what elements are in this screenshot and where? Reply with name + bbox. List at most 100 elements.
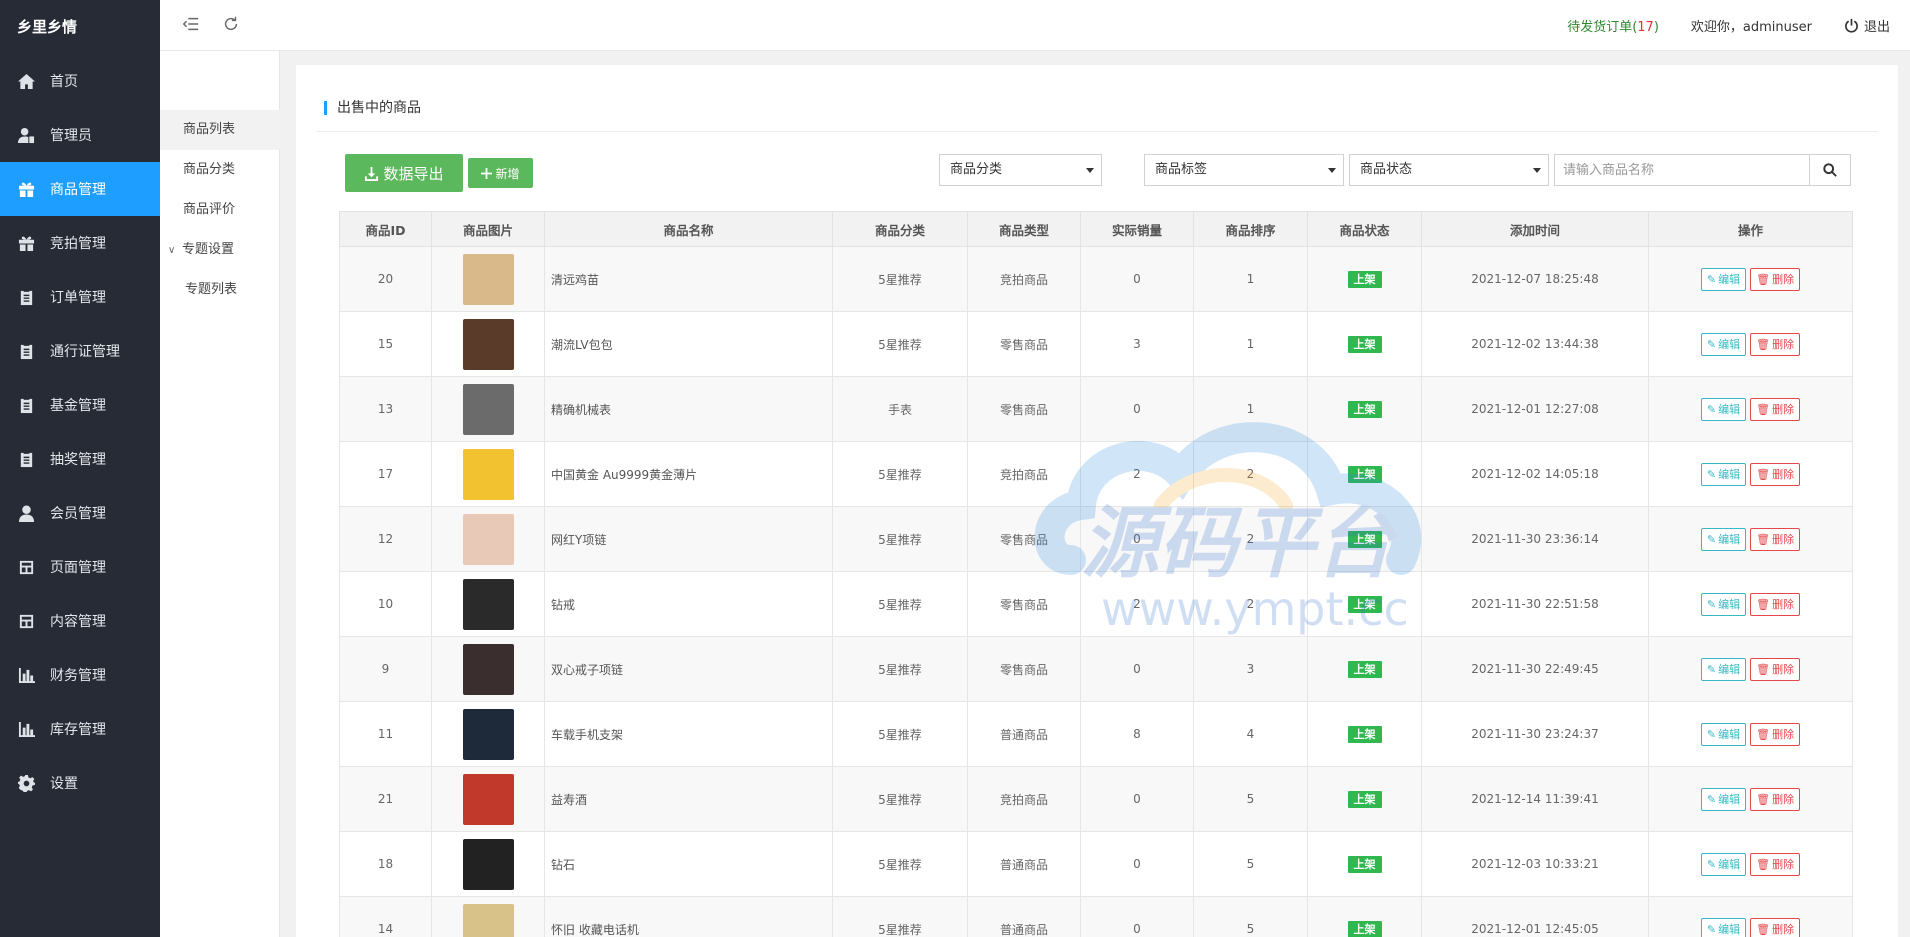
delete-button[interactable]: 🗑 删除 — [1750, 397, 1801, 421]
cell-id: 18 — [339, 831, 432, 897]
sidebar-item-8[interactable]: 会员管理 — [0, 486, 160, 540]
cell-sales: 3 — [1080, 311, 1194, 377]
sidebar-item-0[interactable]: 首页 — [0, 54, 160, 108]
edit-button[interactable]: ✎ 编辑 — [1700, 397, 1747, 421]
delete-button[interactable]: 🗑 删除 — [1750, 267, 1801, 291]
status-badge[interactable]: 上架 — [1347, 725, 1382, 743]
cell-sales: 0 — [1080, 766, 1194, 832]
edit-button[interactable]: ✎ 编辑 — [1700, 267, 1747, 291]
status-badge[interactable]: 上架 — [1347, 855, 1382, 873]
cell-name: 中国黄金 Au9999黄金薄片 — [544, 441, 833, 507]
delete-button[interactable]: 🗑 删除 — [1750, 917, 1801, 937]
cell-type: 普通商品 — [967, 701, 1081, 767]
delete-button[interactable]: 🗑 删除 — [1750, 852, 1801, 876]
status-badge[interactable]: 上架 — [1347, 400, 1382, 418]
column-header: 商品状态 — [1307, 211, 1422, 247]
brand-logo[interactable]: 乡里乡情 — [0, 0, 160, 54]
table-row: 9 双心戒子项链 5星推荐 零售商品 0 3 上架 2021-11-30 22:49:45 ✎ 编… — [339, 636, 1853, 702]
search-input[interactable] — [1554, 154, 1810, 186]
sidebar-item-label: 通行证管理 — [50, 344, 120, 360]
welcome-text: 欢迎你，adminuser — [1690, 20, 1812, 35]
edit-button[interactable]: ✎ 编辑 — [1700, 852, 1747, 876]
delete-button[interactable]: 🗑 删除 — [1750, 722, 1801, 746]
edit-button[interactable]: ✎ 编辑 — [1700, 332, 1747, 356]
cell-sort: 1 — [1193, 246, 1308, 312]
user-icon — [17, 504, 35, 522]
pending-orders-link[interactable]: 待发货订单(17) — [1567, 16, 1659, 35]
tag-select[interactable]: 商品标签 — [1144, 154, 1344, 186]
table-row: 15 潮流LV包包 5星推荐 零售商品 3 1 上架 2021-12-02 13:44:38 ✎… — [339, 311, 1853, 377]
cell-name: 钻石 — [544, 831, 833, 897]
pencil-icon: ✎ — [1706, 402, 1717, 416]
refresh-icon[interactable] — [222, 15, 242, 35]
delete-button[interactable]: 🗑 删除 — [1750, 462, 1801, 486]
export-label: 数据导出 — [383, 164, 444, 183]
delete-label: 删除 — [1772, 793, 1795, 806]
edit-button[interactable]: ✎ 编辑 — [1700, 787, 1747, 811]
status-badge[interactable]: 上架 — [1347, 660, 1382, 678]
status-badge[interactable]: 上架 — [1347, 920, 1382, 937]
status-badge[interactable]: 上架 — [1347, 270, 1382, 288]
edit-button[interactable]: ✎ 编辑 — [1700, 527, 1747, 551]
sidebar-item-12[interactable]: 库存管理 — [0, 702, 160, 756]
status-badge[interactable]: 上架 — [1347, 465, 1382, 483]
edit-label: 编辑 — [1718, 728, 1741, 741]
subnav-item-goods-review[interactable]: 商品评价 — [160, 190, 280, 230]
sidebar-item-label: 库存管理 — [50, 722, 106, 738]
download-icon — [365, 166, 379, 181]
subnav-list: 商品列表 商品分类 商品评价 ∨ 专题设置 专题列表 — [160, 110, 280, 310]
sidebar-item-5[interactable]: 通行证管理 — [0, 324, 160, 378]
pencil-icon: ✎ — [1706, 857, 1717, 871]
delete-button[interactable]: 🗑 删除 — [1750, 657, 1801, 681]
search-icon — [1823, 163, 1837, 177]
menu-collapse-icon[interactable] — [182, 15, 202, 35]
search-button[interactable] — [1809, 154, 1851, 186]
edit-button[interactable]: ✎ 编辑 — [1700, 592, 1747, 616]
edit-button[interactable]: ✎ 编辑 — [1700, 462, 1747, 486]
sidebar-item-4[interactable]: 订单管理 — [0, 270, 160, 324]
top-header: 待发货订单(17) 欢迎你，adminuser 退出 — [160, 0, 1910, 51]
sidebar-item-9[interactable]: 页面管理 — [0, 540, 160, 594]
edit-button[interactable]: ✎ 编辑 — [1700, 657, 1747, 681]
cell-image — [431, 571, 545, 637]
status-select[interactable]: 商品状态 — [1349, 154, 1549, 186]
cell-actions: ✎ 编辑 🗑 删除 — [1648, 831, 1853, 897]
status-badge[interactable]: 上架 — [1347, 335, 1382, 353]
edit-button[interactable]: ✎ 编辑 — [1700, 917, 1747, 937]
tag-select-value: 商品标签 — [1155, 162, 1208, 177]
export-button[interactable]: 数据导出 — [345, 154, 463, 192]
sidebar-item-7[interactable]: 抽奖管理 — [0, 432, 160, 486]
sidebar-item-13[interactable]: 设置 — [0, 756, 160, 810]
cell-sales: 0 — [1080, 831, 1194, 897]
sidebar-item-11[interactable]: 财务管理 — [0, 648, 160, 702]
subnav-item-goods-list[interactable]: 商品列表 — [160, 110, 280, 150]
gear-icon — [17, 774, 35, 792]
status-badge[interactable]: 上架 — [1347, 595, 1382, 613]
sidebar-item-6[interactable]: 基金管理 — [0, 378, 160, 432]
cell-status: 上架 — [1307, 571, 1422, 637]
cell-actions: ✎ 编辑 🗑 删除 — [1648, 376, 1853, 442]
status-badge[interactable]: 上架 — [1347, 790, 1382, 808]
column-header: 商品排序 — [1193, 211, 1308, 247]
cell-name: 潮流LV包包 — [544, 311, 833, 377]
edit-button[interactable]: ✎ 编辑 — [1700, 722, 1747, 746]
section-title: 出售中的商品 — [324, 101, 421, 115]
cell-sort: 2 — [1193, 571, 1308, 637]
delete-button[interactable]: 🗑 删除 — [1750, 592, 1801, 616]
logout-button[interactable]: 退出 — [1844, 16, 1890, 35]
cell-category: 5星推荐 — [832, 506, 968, 572]
sidebar-item-2[interactable]: 商品管理 — [0, 162, 160, 216]
delete-label: 删除 — [1772, 598, 1795, 611]
status-badge[interactable]: 上架 — [1347, 530, 1382, 548]
add-button[interactable]: 新增 — [468, 158, 533, 188]
sidebar-item-3[interactable]: 竞拍管理 — [0, 216, 160, 270]
category-select[interactable]: 商品分类 — [939, 154, 1102, 186]
delete-button[interactable]: 🗑 删除 — [1750, 787, 1801, 811]
delete-button[interactable]: 🗑 删除 — [1750, 527, 1801, 551]
sidebar-item-10[interactable]: 内容管理 — [0, 594, 160, 648]
subnav-item-topic-list[interactable]: 专题列表 — [160, 270, 280, 310]
sidebar-item-1[interactable]: 管理员 — [0, 108, 160, 162]
subnav-group-topics[interactable]: ∨ 专题设置 — [160, 230, 280, 270]
subnav-item-goods-category[interactable]: 商品分类 — [160, 150, 280, 190]
delete-button[interactable]: 🗑 删除 — [1750, 332, 1801, 356]
